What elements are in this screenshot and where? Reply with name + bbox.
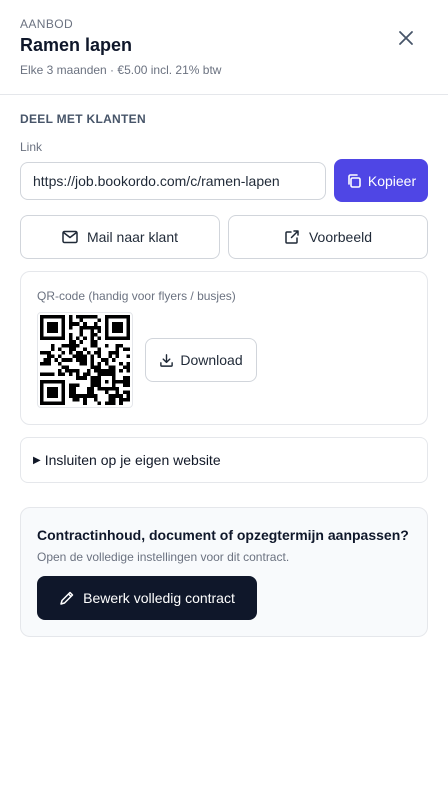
pencil-icon <box>60 591 74 605</box>
link-label: Link <box>20 140 43 154</box>
mail-label: Mail naar klant <box>86 229 179 245</box>
copy-icon <box>348 173 361 188</box>
download-button[interactable]: Download <box>145 338 257 382</box>
embed-label: Insluiten op je eigen website <box>44 452 221 468</box>
page-title: Ramen lapen <box>20 35 133 55</box>
qr-code <box>37 312 133 408</box>
download-icon <box>160 353 174 367</box>
edit-contract-button[interactable]: Bewerk volledig contract <box>37 576 257 620</box>
eyebrow-label: AANBOD <box>20 17 74 31</box>
contract-card: Contractinhoud, document of opzegtermijn… <box>20 507 428 637</box>
edit-contract-label: Bewerk volledig contract <box>83 590 235 606</box>
contract-description: Open de volledige instellingen voor dit … <box>37 550 290 564</box>
link-input[interactable] <box>20 162 326 200</box>
contract-title: Contractinhoud, document of opzegtermijn… <box>37 527 409 543</box>
close-icon <box>399 31 413 45</box>
close-button[interactable] <box>394 26 418 50</box>
expand-triangle-icon: ▶ <box>33 454 41 466</box>
external-link-icon <box>285 230 299 244</box>
qr-label: QR-code (handig voor flyers / busjes) <box>37 289 236 303</box>
download-label: Download <box>180 352 243 368</box>
preview-label: Voorbeeld <box>308 229 373 245</box>
qr-code-image <box>40 315 130 405</box>
mail-customer-button[interactable]: Mail naar klant <box>20 215 220 259</box>
page-subtitle: Elke 3 maanden · €5.00 incl. 21% btw <box>20 63 222 77</box>
copy-button[interactable]: Kopieer <box>334 159 428 202</box>
copy-label: Kopieer <box>367 172 417 189</box>
section-title: DEEL MET KLANTEN <box>20 112 146 126</box>
embed-toggle[interactable]: ▶ Insluiten op je eigen website <box>20 437 428 483</box>
mail-icon <box>62 230 78 244</box>
qr-card: QR-code (handig voor flyers / busjes) Do… <box>20 271 428 425</box>
header: AANBOD Ramen lapen Elke 3 maanden · €5.0… <box>0 0 448 95</box>
preview-button[interactable]: Voorbeeld <box>228 215 428 259</box>
